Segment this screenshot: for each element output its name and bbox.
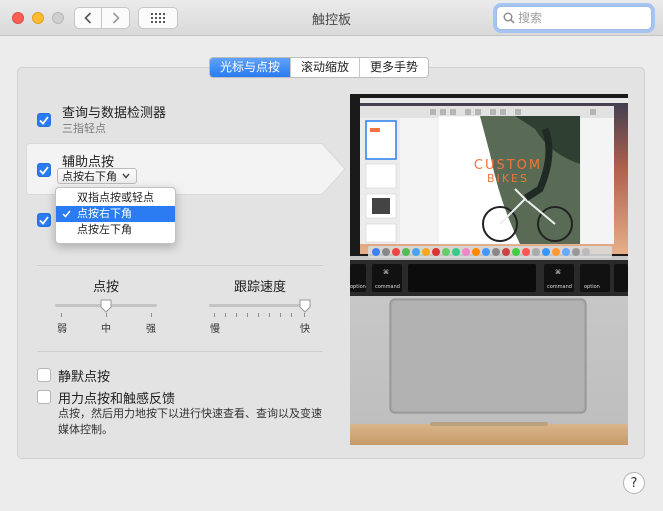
tab-point-and-click[interactable]: 光标与点按 xyxy=(210,58,292,77)
divider xyxy=(37,351,323,352)
force-click-description: 点按，然后用力地按下以进行快速查看、查询以及变速媒体控制。 xyxy=(58,407,322,436)
title-bar: 触控板 xyxy=(0,0,663,36)
silent-click-checkbox[interactable] xyxy=(37,368,51,382)
menu-item-bottom-right[interactable]: 点按右下角 xyxy=(56,206,175,222)
menu-item-bottom-left[interactable]: 点按左下角 xyxy=(56,222,175,238)
tracking-slider-tick xyxy=(236,313,237,317)
tracking-slider-label: 跟踪速度 xyxy=(233,280,286,295)
touchbar-command-left: command xyxy=(375,284,400,290)
tracking-slider-tick xyxy=(269,313,270,317)
tracking-slider-tick xyxy=(304,313,305,317)
secondary-click-menu: 双指点按或轻点 点按右下角 点按左下角 xyxy=(55,187,176,244)
poster-text-bikes: BIKES xyxy=(487,172,529,185)
help-button[interactable]: ? xyxy=(623,472,645,494)
lookup-label: 查询与数据检测器 xyxy=(62,106,167,121)
checkmark-icon xyxy=(39,115,49,125)
help-icon: ? xyxy=(630,475,638,491)
silent-click-label: 静默点按 xyxy=(58,370,111,385)
click-slider-tick xyxy=(61,313,62,317)
tracking-slider-tick xyxy=(291,313,292,317)
tab-more-gestures[interactable]: 更多手势 xyxy=(360,58,428,77)
tracking-slider-tick xyxy=(258,313,259,317)
secondary-click-value: 点按右下角 xyxy=(62,170,117,183)
tracking-slider-track[interactable] xyxy=(209,304,311,307)
touchbar-command-right: command xyxy=(547,284,572,290)
force-click-checkbox[interactable] xyxy=(37,390,51,404)
secondary-click-popup[interactable]: 点按右下角 xyxy=(57,168,137,184)
tab-bar: 光标与点按 滚动缩放 更多手势 xyxy=(209,57,430,78)
checkmark-icon xyxy=(39,215,49,225)
click-slider-tick xyxy=(106,313,107,317)
search-input[interactable] xyxy=(518,11,642,25)
checkmark-icon xyxy=(39,165,49,175)
force-click-label: 用力点按和触感反馈 xyxy=(58,392,176,407)
svg-text:⌘: ⌘ xyxy=(555,269,561,276)
poster-text-custom: CUSTOM xyxy=(474,158,542,173)
menu-item-two-finger[interactable]: 双指点按或轻点 xyxy=(56,190,175,206)
divider xyxy=(37,265,323,266)
touchbar-option-right: option xyxy=(584,284,600,290)
menu-item-label: 点按右下角 xyxy=(77,207,132,220)
chevron-down-icon xyxy=(122,173,130,179)
checkmark-icon xyxy=(62,210,71,218)
tap-to-click-checkbox[interactable] xyxy=(37,213,51,227)
svg-text:⌘: ⌘ xyxy=(383,269,389,276)
click-slider-label: 点按 xyxy=(92,280,119,295)
click-slider-tick xyxy=(151,313,152,317)
lookup-sublabel: 三指轻点 xyxy=(62,122,106,135)
secondary-click-checkbox[interactable] xyxy=(37,163,51,177)
lookup-checkbox[interactable] xyxy=(37,113,51,127)
tracking-slider-min-label: 慢 xyxy=(210,324,220,335)
click-slider-max-label: 强 xyxy=(146,324,156,335)
touchbar-option-left: option xyxy=(350,284,366,290)
tracking-slider-tick xyxy=(280,313,281,317)
tracking-slider-knob[interactable] xyxy=(299,299,311,313)
click-slider-min-label: 弱 xyxy=(57,324,67,335)
tracking-slider-max-label: 快 xyxy=(300,324,310,335)
tracking-slider-tick xyxy=(225,313,226,317)
tab-scroll-zoom[interactable]: 滚动缩放 xyxy=(291,58,361,77)
magnifier-icon xyxy=(503,12,515,24)
search-field[interactable] xyxy=(496,6,652,30)
tracking-slider-tick xyxy=(247,313,248,317)
gesture-preview-image: CUSTOM BIKES option command command opti… xyxy=(350,94,628,445)
click-slider-mid-label: 中 xyxy=(101,324,111,335)
click-slider-knob[interactable] xyxy=(100,299,112,313)
tracking-slider-tick xyxy=(214,313,215,317)
